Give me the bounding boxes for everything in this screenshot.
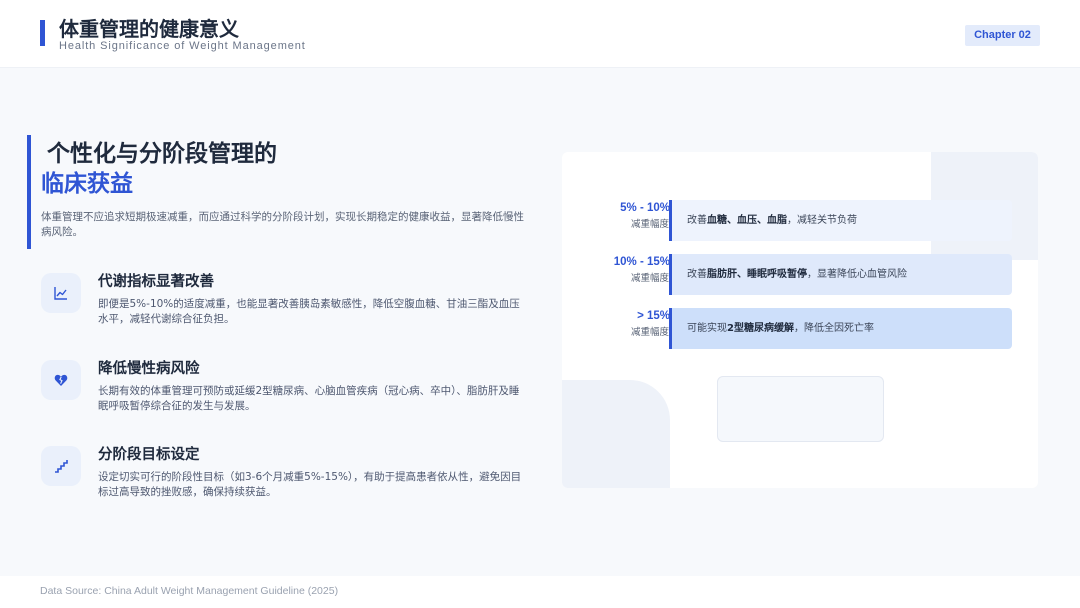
- intro-paragraph: 体重管理不应追求短期极速减重，而应通过科学的分阶段计划，实现长期稳定的健康收益，…: [41, 211, 524, 238]
- broken-heart-icon: [54, 374, 68, 386]
- feature-title: 分阶段目标设定: [98, 447, 200, 463]
- page-footer: Data Source: China Adult Weight Manageme…: [0, 576, 1080, 608]
- weight-loss-range-row: 10% - 15% 减重幅度 改善脂肪肝、睡眠呼吸暂停，显著降低心血管风险: [562, 254, 1012, 295]
- feature-description: 设定切实可行的阶段性目标（如3-6个月减重5%-15%），有助于提高患者依从性，…: [98, 471, 522, 498]
- page-subtitle: Health Significance of Weight Management: [59, 40, 306, 52]
- range-value: 10% - 15%: [613, 256, 670, 268]
- feature-description: 长期有效的体重管理可预防或延缓2型糖尿病、心脑血管疾病（冠心病、卒中）、脂肪肝及…: [98, 385, 520, 412]
- range-benefit-text: 可能实现2型糖尿病缓解，降低全因死亡率: [687, 323, 874, 334]
- range-value: 5% - 10%: [620, 202, 670, 214]
- section-heading-highlight: 临床获益: [41, 171, 133, 197]
- range-benefit-bar: 可能实现2型糖尿病缓解，降低全因死亡率: [669, 308, 1012, 349]
- placeholder-card: [717, 376, 884, 442]
- range-benefit-text: 改善脂肪肝、睡眠呼吸暂停，显著降低心血管风险: [687, 269, 907, 280]
- section-heading: 个性化与分阶段管理的: [47, 141, 277, 167]
- feature-item-staged-goals: 分阶段目标设定 设定切实可行的阶段性目标（如3-6个月减重5%-15%），有助于…: [41, 443, 533, 523]
- feature-title: 代谢指标显著改善: [98, 274, 214, 290]
- panel-decoration: [562, 380, 670, 488]
- feature-description: 即便是5%-10%的适度减重，也能显著改善胰岛素敏感性，降低空腹血糖、甘油三酯及…: [98, 298, 520, 325]
- range-label: 减重幅度: [630, 219, 669, 230]
- range-benefit-bar: 改善脂肪肝、睡眠呼吸暂停，显著降低心血管风险: [669, 254, 1012, 295]
- range-value: > 15%: [637, 310, 670, 322]
- chapter-badge: Chapter 02: [965, 25, 1040, 46]
- data-source-note: Data Source: China Adult Weight Manageme…: [40, 585, 339, 597]
- range-label: 减重幅度: [630, 273, 669, 284]
- weight-loss-range-row: 5% - 10% 减重幅度 改善血糖、血压、血脂，减轻关节负荷: [562, 200, 1012, 241]
- stairs-icon: [55, 460, 68, 473]
- range-benefit-bar: 改善血糖、血压、血脂，减轻关节负荷: [669, 200, 1012, 241]
- feature-title: 降低慢性病风险: [98, 361, 200, 377]
- range-benefit-text: 改善血糖、血压、血脂，减轻关节负荷: [687, 215, 857, 226]
- title-accent-bar: [40, 20, 45, 46]
- feature-item-metabolic: 代谢指标显著改善 即便是5%-10%的适度减重，也能显著改善胰岛素敏感性，降低空…: [41, 270, 533, 350]
- range-label: 减重幅度: [630, 327, 669, 338]
- feature-item-chronic-disease: 降低慢性病风险 长期有效的体重管理可预防或延缓2型糖尿病、心脑血管疾病（冠心病、…: [41, 357, 533, 437]
- intro-accent-bar: [27, 135, 31, 249]
- trend-chart-icon: [54, 287, 67, 300]
- weight-loss-range-row: > 15% 减重幅度 可能实现2型糖尿病缓解，降低全因死亡率: [562, 308, 1012, 349]
- page-title: 体重管理的健康意义: [59, 17, 239, 41]
- page-header: 体重管理的健康意义 Health Significance of Weight …: [0, 0, 1080, 68]
